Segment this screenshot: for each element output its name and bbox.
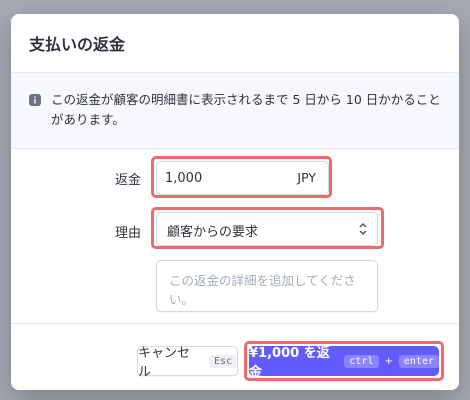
- modal-header: 支払いの返金: [11, 14, 459, 73]
- info-text: この返金が顧客の明細書に表示されるまで 5 日から 10 日かかること がありま…: [51, 90, 441, 130]
- details-textarea[interactable]: この返金の詳細を追加してください。: [156, 260, 378, 312]
- info-text-line1: この返金が顧客の明細書に表示されるまで 5 日から 10 日かかること: [51, 92, 441, 107]
- amount-highlight: [151, 156, 332, 198]
- info-text-line2: があります。: [51, 112, 125, 127]
- refund-form: 返金 JPY 理由 顧客からの要求 この返金の詳細を追加してください。: [11, 149, 459, 329]
- details-placeholder: この返金の詳細を追加してください。: [169, 273, 356, 307]
- cancel-button-label: キャンセル: [138, 346, 191, 380]
- modal-footer: キャンセル Esc ¥1,000 を返金 ctrl + enter: [11, 323, 459, 390]
- amount-label: 返金: [115, 173, 142, 188]
- refund-modal: 支払いの返金 この返金が顧客の明細書に表示されるまで 5 日から 10 日かかる…: [11, 14, 459, 390]
- refund-highlight: [244, 341, 444, 381]
- modal-title: 支払いの返金: [29, 35, 126, 54]
- cancel-button[interactable]: キャンセル Esc: [137, 346, 238, 380]
- reason-highlight: [151, 207, 384, 249]
- info-icon: [29, 94, 41, 106]
- reason-label: 理由: [115, 226, 142, 241]
- info-banner: この返金が顧客の明細書に表示されるまで 5 日から 10 日かかること がありま…: [11, 73, 459, 149]
- esc-shortcut-badge: Esc: [208, 354, 237, 368]
